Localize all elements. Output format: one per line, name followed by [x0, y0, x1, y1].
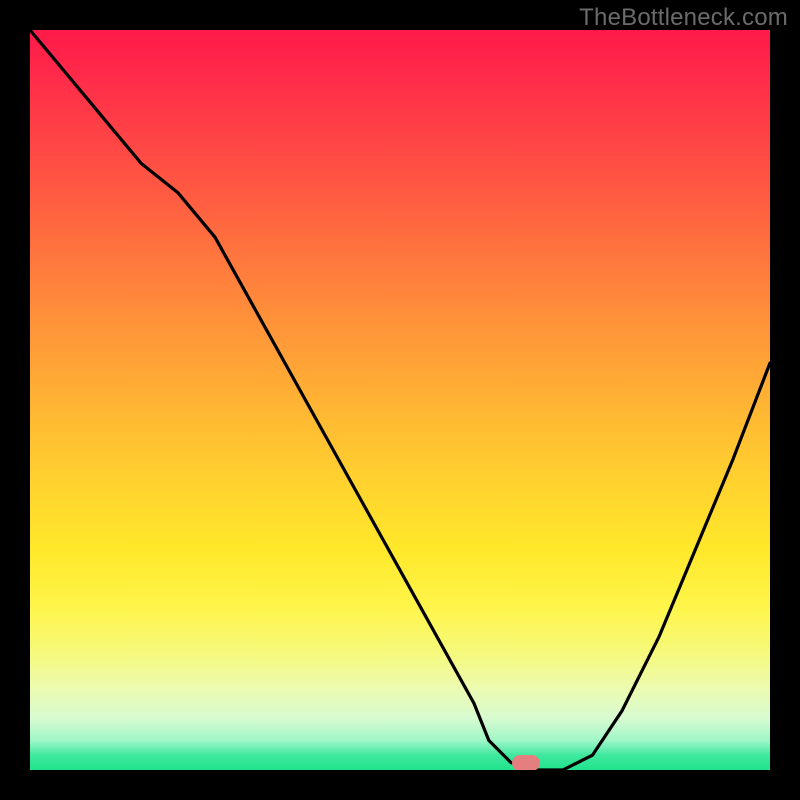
bottleneck-curve [30, 30, 770, 770]
watermark-text: TheBottleneck.com [579, 4, 788, 32]
chart-frame: TheBottleneck.com [0, 0, 800, 800]
plot-area [30, 30, 770, 770]
optimum-marker [512, 755, 540, 770]
